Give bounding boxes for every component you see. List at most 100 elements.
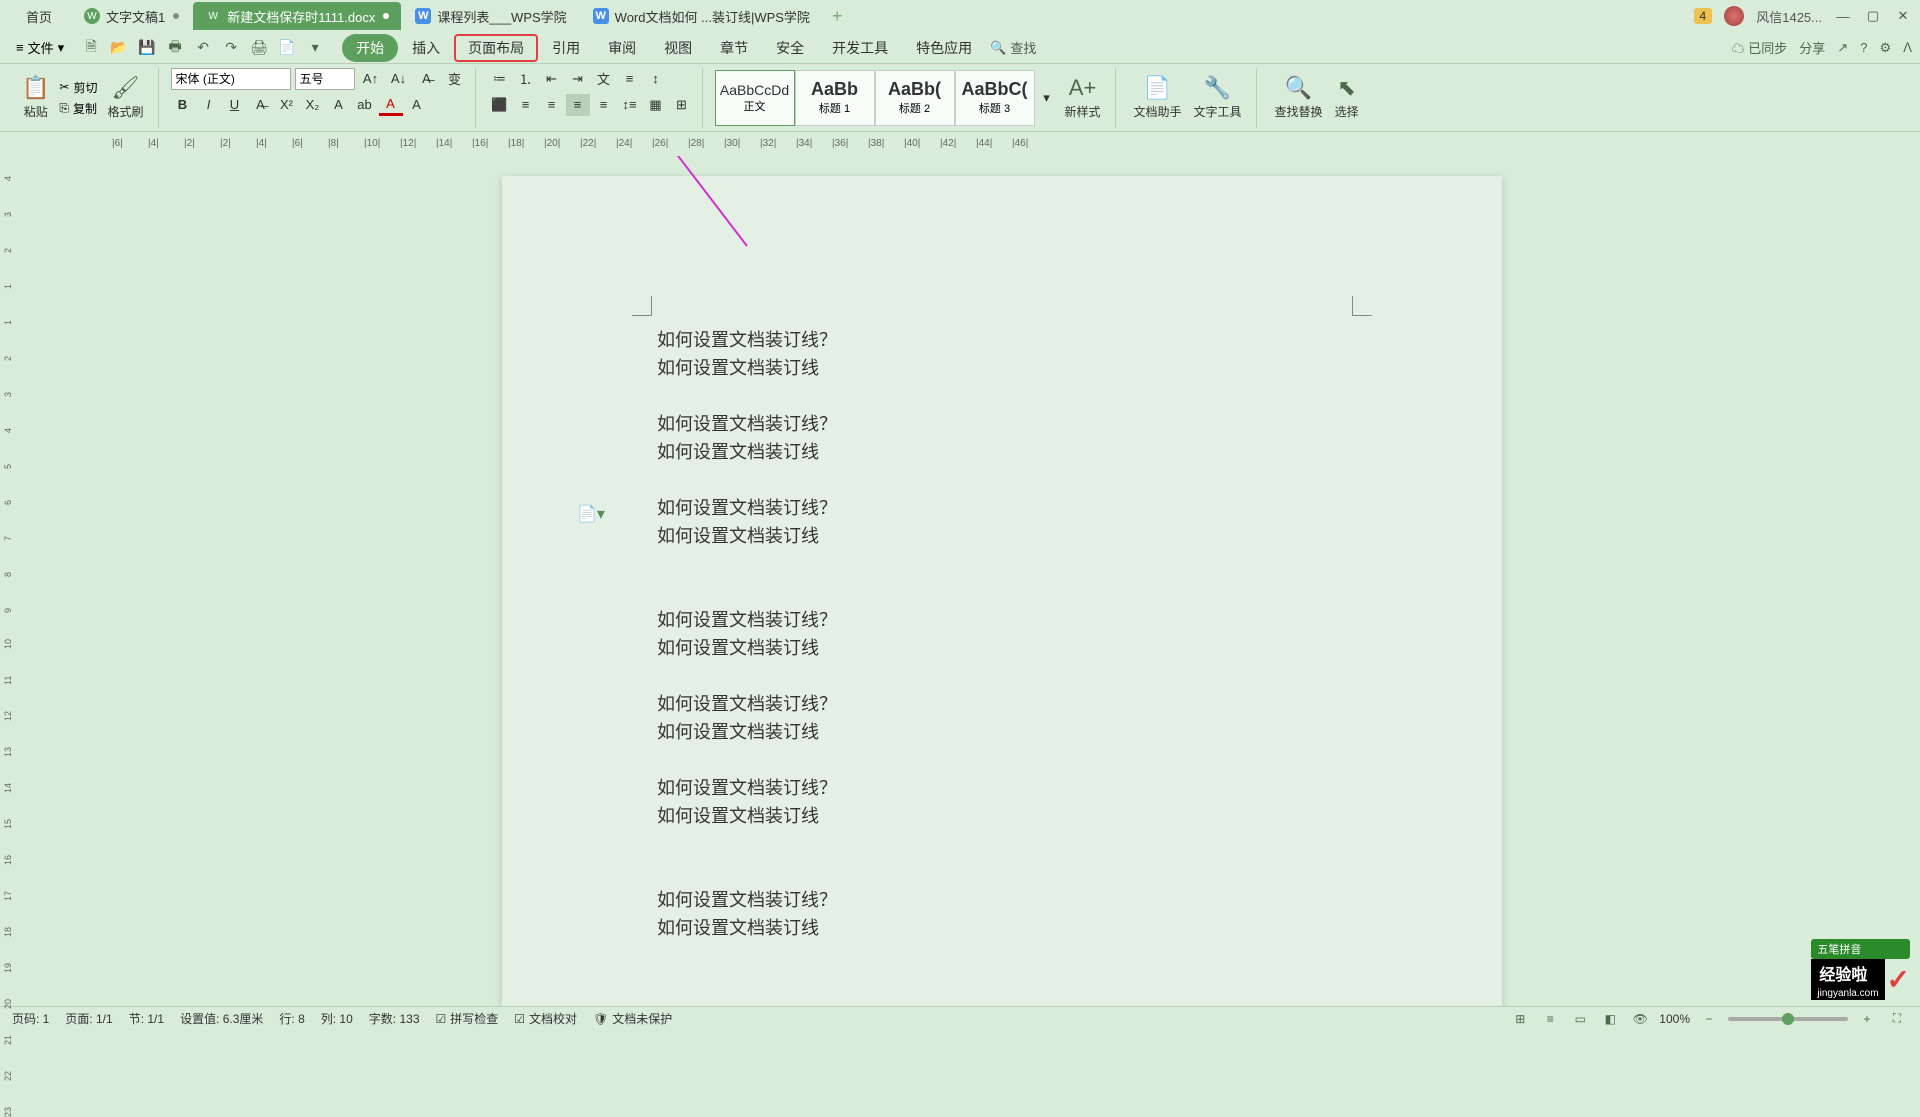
- paste-button[interactable]: 📋粘贴: [16, 73, 55, 122]
- status-spell[interactable]: ☑ 拼写检查: [436, 1010, 499, 1027]
- tab-chapter[interactable]: 章节: [706, 34, 762, 62]
- align-justify-icon[interactable]: ≡: [566, 94, 590, 116]
- numbering-icon[interactable]: ⒈: [514, 68, 538, 90]
- status-chars[interactable]: 字数: 133: [369, 1010, 420, 1027]
- tab-doc2[interactable]: W 新建文档保存时1111.docx: [193, 2, 401, 30]
- grow-font-icon[interactable]: A↑: [359, 68, 383, 90]
- notification-badge[interactable]: 4: [1694, 8, 1713, 24]
- export-icon[interactable]: ↗: [1837, 40, 1848, 56]
- borders-icon[interactable]: ⊞: [670, 94, 694, 116]
- style-heading1[interactable]: AaBb标题 1: [795, 70, 875, 126]
- view-mode4-icon[interactable]: ◧: [1599, 1009, 1621, 1029]
- underline-icon[interactable]: U: [223, 94, 247, 116]
- tab-doc1[interactable]: W 文字文稿1: [72, 2, 191, 30]
- shading2-icon[interactable]: ▦: [644, 94, 668, 116]
- view-mode5-icon[interactable]: 👁: [1629, 1009, 1651, 1029]
- view-mode2-icon[interactable]: ≡: [1539, 1009, 1561, 1029]
- document-viewport[interactable]: 📄▾ 如何设置文档装订线？如何设置文档装订线 如何设置文档装订线？如何设置文档装…: [32, 156, 1902, 1006]
- print2-icon[interactable]: 📄: [276, 37, 298, 59]
- bullets-icon[interactable]: ≔: [488, 68, 512, 90]
- super-icon[interactable]: X²: [275, 94, 299, 116]
- tab-references[interactable]: 引用: [538, 34, 594, 62]
- tab-page-layout[interactable]: 页面布局: [454, 34, 538, 62]
- font-color-icon[interactable]: A: [379, 94, 403, 116]
- fullscreen-icon[interactable]: ⛶: [1886, 1009, 1908, 1029]
- style-heading3[interactable]: AaBbC(标题 3: [955, 70, 1035, 126]
- bold-icon[interactable]: B: [171, 94, 195, 116]
- save-icon[interactable]: 💾: [136, 37, 158, 59]
- new-style-button[interactable]: A+新样式: [1059, 73, 1107, 122]
- close-icon[interactable]: ✕: [1894, 7, 1912, 25]
- tab-insert[interactable]: 插入: [398, 34, 454, 62]
- status-setting[interactable]: 设置值: 6.3厘米: [180, 1010, 263, 1027]
- tab-devtools[interactable]: 开发工具: [818, 34, 902, 62]
- align-right-icon[interactable]: ≡: [540, 94, 564, 116]
- outdent-icon[interactable]: ⇤: [540, 68, 564, 90]
- shading-icon[interactable]: A: [405, 94, 429, 116]
- share-button[interactable]: 分享: [1799, 38, 1825, 57]
- style-normal[interactable]: AaBbCcDd正文: [715, 70, 795, 126]
- tab-start[interactable]: 开始: [342, 34, 398, 62]
- phonetic-icon[interactable]: 变: [443, 68, 467, 90]
- more-qat-icon[interactable]: ▾: [304, 37, 326, 59]
- document-content[interactable]: 如何设置文档装订线？如何设置文档装订线 如何设置文档装订线？如何设置文档装订线 …: [657, 326, 837, 942]
- open-icon[interactable]: 📂: [108, 37, 130, 59]
- maximize-icon[interactable]: ▢: [1864, 7, 1882, 25]
- find-replace-button[interactable]: 🔍查找替换: [1269, 73, 1329, 122]
- line-spacing-icon[interactable]: ↕≡: [618, 94, 642, 116]
- horizontal-ruler[interactable]: |6||4||2||2||4||6||8||10||12||14||16||18…: [0, 132, 1920, 156]
- user-name[interactable]: 风信1425...: [1756, 7, 1822, 26]
- tab-special[interactable]: 特色应用: [902, 34, 986, 62]
- align-dist-icon[interactable]: ≡: [618, 68, 642, 90]
- minimize-icon[interactable]: —: [1834, 7, 1852, 25]
- cut-button[interactable]: ✂ 剪切: [55, 78, 101, 97]
- view-mode3-icon[interactable]: ▭: [1569, 1009, 1591, 1029]
- tab-security[interactable]: 安全: [762, 34, 818, 62]
- indent-icon[interactable]: ⇥: [566, 68, 590, 90]
- vertical-scrollbar[interactable]: [1902, 156, 1920, 1006]
- status-col[interactable]: 列: 10: [321, 1010, 353, 1027]
- select-button[interactable]: ⬉选择: [1329, 73, 1365, 122]
- text-dir-icon[interactable]: 文: [592, 68, 616, 90]
- zoom-value[interactable]: 100%: [1659, 1012, 1690, 1026]
- sync-status[interactable]: ☁ 已同步: [1732, 38, 1788, 57]
- file-menu[interactable]: ≡ 文件 ▾: [8, 38, 72, 57]
- new-doc-icon[interactable]: 🗎: [80, 37, 102, 59]
- highlight-icon[interactable]: ab: [353, 94, 377, 116]
- tab-new[interactable]: +: [824, 2, 851, 30]
- smart-tag-icon[interactable]: 📄▾: [577, 504, 605, 524]
- font-size-select[interactable]: [295, 68, 355, 90]
- status-pages[interactable]: 页面: 1/1: [65, 1010, 112, 1027]
- sort-icon[interactable]: ↕: [644, 68, 668, 90]
- zoom-thumb[interactable]: [1782, 1013, 1794, 1025]
- status-page[interactable]: 页码: 1: [12, 1010, 49, 1027]
- tab-doc4[interactable]: W Word文档如何 ...装订线|WPS学院: [581, 2, 822, 30]
- italic-icon[interactable]: I: [197, 94, 221, 116]
- doc-helper-button[interactable]: 📄文档助手: [1128, 73, 1188, 122]
- zoom-in-icon[interactable]: +: [1856, 1009, 1878, 1029]
- tab-view[interactable]: 视图: [650, 34, 706, 62]
- status-section[interactable]: 节: 1/1: [129, 1010, 164, 1027]
- settings-icon[interactable]: ⚙: [1879, 40, 1891, 56]
- collapse-icon[interactable]: ᐱ: [1903, 40, 1912, 56]
- undo-icon[interactable]: ↶: [192, 37, 214, 59]
- text-effect-icon[interactable]: A: [327, 94, 351, 116]
- tab-review[interactable]: 审阅: [594, 34, 650, 62]
- style-heading2[interactable]: AaBb(标题 2: [875, 70, 955, 126]
- zoom-out-icon[interactable]: −: [1698, 1009, 1720, 1029]
- text-tools-button[interactable]: 🔧文字工具: [1188, 73, 1248, 122]
- user-avatar[interactable]: [1724, 6, 1744, 26]
- clear-format-icon[interactable]: A̶: [415, 68, 439, 90]
- strike-icon[interactable]: A̶: [249, 94, 273, 116]
- tab-doc3[interactable]: W 课程列表___WPS学院: [403, 2, 578, 30]
- zoom-slider[interactable]: [1728, 1017, 1848, 1021]
- redo-icon[interactable]: ↷: [220, 37, 242, 59]
- font-name-select[interactable]: [171, 68, 291, 90]
- shrink-font-icon[interactable]: A↓: [387, 68, 411, 90]
- distribute-icon[interactable]: ≡: [592, 94, 616, 116]
- print-preview-icon[interactable]: 🖨: [248, 37, 270, 59]
- print-icon[interactable]: 🖶: [164, 37, 186, 59]
- sub-icon[interactable]: X₂: [301, 94, 325, 116]
- tab-home[interactable]: 首页: [8, 2, 70, 30]
- status-proof[interactable]: ☑ 文档校对: [514, 1010, 577, 1027]
